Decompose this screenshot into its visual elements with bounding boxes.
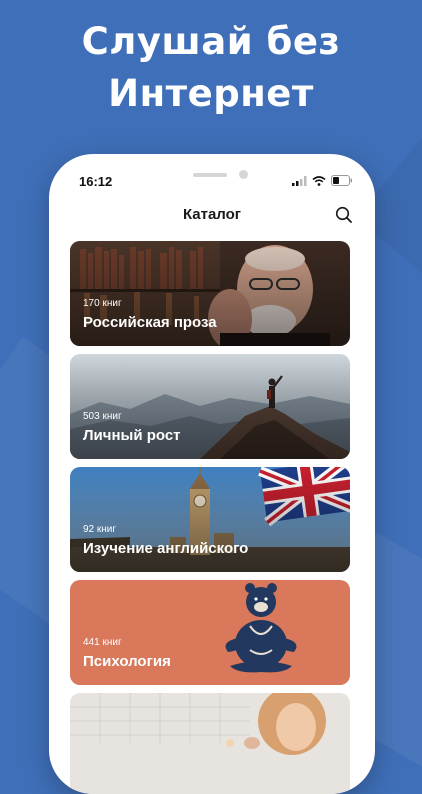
category-count: 441 книг <box>83 637 122 648</box>
category-title: Изучение английского <box>83 540 249 557</box>
category-title: Психология <box>83 653 171 670</box>
category-title: Российская проза <box>83 314 217 331</box>
category-count: 92 книг <box>83 524 117 535</box>
category-image <box>70 693 350 794</box>
category-card-partial[interactable] <box>70 693 350 794</box>
promo-line-1: Слушай без <box>81 20 341 63</box>
category-count: 170 книг <box>83 298 122 309</box>
signal-icon <box>292 175 307 186</box>
phone-camera <box>239 170 248 179</box>
category-card-personal-growth[interactable]: 503 книг Личный рост <box>70 354 350 459</box>
category-card-russian-prose[interactable]: 170 книг Российская проза <box>70 241 350 346</box>
category-count: 503 книг <box>83 411 122 422</box>
phone-speaker <box>193 173 227 177</box>
promo-headline: Слушай без Интернет <box>0 16 422 120</box>
status-time: 16:12 <box>79 174 113 189</box>
battery-icon <box>331 175 352 186</box>
page-title: Каталог <box>182 206 242 223</box>
status-icons <box>292 175 353 186</box>
search-icon[interactable] <box>334 205 354 225</box>
category-card-english[interactable]: 92 книг Изучение английского <box>70 467 350 572</box>
promo-line-2: Интернет <box>108 72 314 115</box>
wifi-icon <box>312 175 326 186</box>
category-card-psychology[interactable]: 441 книг Психология <box>70 580 350 685</box>
phone-notch <box>131 154 293 186</box>
category-title: Личный рост <box>83 427 181 444</box>
phone-frame: 16:12 Каталог 170 книг Российская проза … <box>49 154 375 794</box>
